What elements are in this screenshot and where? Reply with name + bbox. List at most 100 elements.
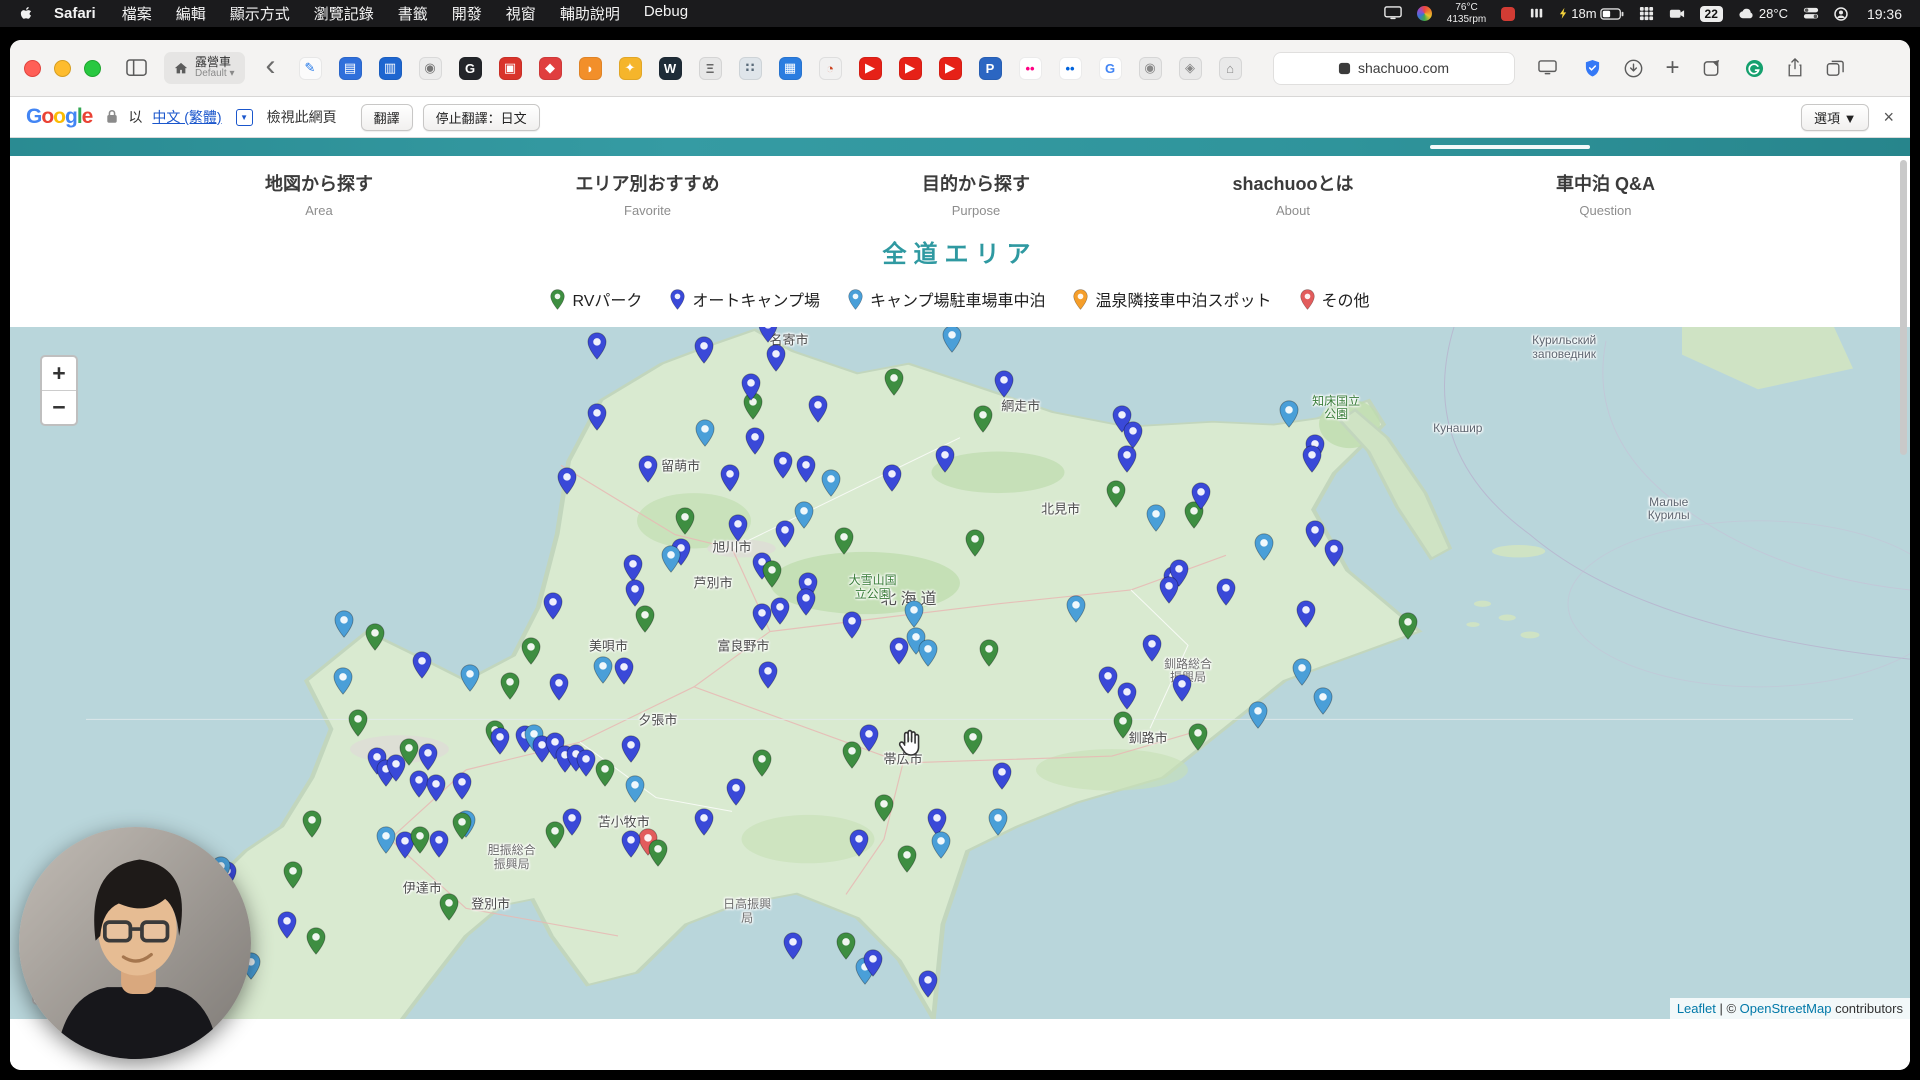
sidebar-toggle-icon[interactable] [126, 59, 147, 76]
map-marker[interactable] [333, 667, 353, 695]
downloads-icon[interactable] [1624, 59, 1643, 78]
map-marker[interactable] [965, 529, 985, 557]
map-marker[interactable] [796, 588, 816, 616]
battery-status[interactable]: 18m [1559, 6, 1623, 21]
menu-書籤[interactable]: 書籤 [398, 3, 428, 24]
close-translate-bar-icon[interactable]: × [1883, 107, 1894, 128]
map-marker[interactable] [773, 451, 793, 479]
extension-icon[interactable]: ⌂ [1219, 57, 1242, 80]
map-marker[interactable] [452, 772, 472, 800]
extension-icon[interactable]: W [659, 57, 682, 80]
grammarly-icon[interactable] [1745, 59, 1764, 78]
map-marker[interactable] [557, 467, 577, 495]
map-marker[interactable] [931, 831, 951, 859]
translate-button[interactable]: 翻譯 [361, 104, 413, 131]
map-marker[interactable] [728, 514, 748, 542]
map-marker[interactable] [410, 826, 430, 854]
map-marker[interactable] [621, 830, 641, 858]
map-marker[interactable] [726, 778, 746, 806]
map-marker[interactable] [1398, 612, 1418, 640]
map-marker[interactable] [808, 395, 828, 423]
zoom-out-button[interactable]: − [42, 391, 76, 424]
map-marker[interactable] [1254, 533, 1274, 561]
new-tab-icon[interactable]: + [1666, 54, 1680, 82]
map-marker[interactable] [758, 661, 778, 689]
map-marker[interactable] [625, 579, 645, 607]
extension-icon[interactable]: ◈ [1179, 57, 1202, 80]
toggles-icon[interactable] [1803, 7, 1819, 19]
menu-視窗[interactable]: 視窗 [506, 3, 536, 24]
weather-status[interactable]: 28°C [1738, 6, 1788, 21]
map-marker[interactable] [1305, 520, 1325, 548]
map-marker[interactable] [306, 927, 326, 955]
map-marker[interactable] [426, 774, 446, 802]
extension-icon[interactable]: ✦ [619, 57, 642, 80]
map-marker[interactable] [283, 861, 303, 889]
map-marker[interactable] [695, 419, 715, 447]
page-scrollbar[interactable] [1900, 160, 1907, 455]
map-marker[interactable] [1313, 687, 1333, 715]
map-marker[interactable] [794, 501, 814, 529]
map-marker[interactable] [842, 611, 862, 639]
minimize-window-button[interactable] [54, 60, 71, 77]
user-circle-icon[interactable] [1834, 7, 1848, 21]
profile-switcher[interactable]: 露營車 Default ▾ [164, 52, 245, 83]
extension-icon[interactable]: ▦ [779, 57, 802, 80]
map-marker[interactable] [1159, 576, 1179, 604]
map-marker[interactable] [418, 743, 438, 771]
extension-icon[interactable]: ▶ [899, 57, 922, 80]
extension-icon[interactable]: ▤ [339, 57, 362, 80]
map-marker[interactable] [587, 332, 607, 360]
map-marker[interactable] [661, 545, 681, 573]
map-marker[interactable] [752, 603, 772, 631]
map-marker[interactable] [1117, 682, 1137, 710]
menu-輔助說明[interactable]: 輔助說明 [560, 3, 620, 24]
tab-overview-icon[interactable] [1826, 59, 1845, 78]
map-marker[interactable] [429, 830, 449, 858]
menu-瀏覽記錄[interactable]: 瀏覽記錄 [314, 3, 374, 24]
map-marker[interactable] [918, 970, 938, 998]
map-marker[interactable] [988, 808, 1008, 836]
map-marker[interactable] [992, 762, 1012, 790]
nav-item-favorite[interactable]: エリア別おすすめFavorite [575, 170, 719, 218]
map-marker[interactable] [439, 893, 459, 921]
address-bar[interactable]: shachuoo.com [1273, 52, 1515, 85]
map-marker[interactable] [675, 507, 695, 535]
map-marker[interactable] [452, 812, 472, 840]
extension-icon[interactable]: ∷ [739, 57, 762, 80]
map-marker[interactable] [621, 735, 641, 763]
map-marker[interactable] [1302, 445, 1322, 473]
map-marker[interactable] [638, 455, 658, 483]
map-marker[interactable] [1172, 674, 1192, 702]
nav-item-area[interactable]: 地図から探すArea [265, 170, 373, 218]
menu-編輯[interactable]: 編輯 [176, 3, 206, 24]
map-marker[interactable] [635, 605, 655, 633]
map-marker[interactable] [884, 368, 904, 396]
map-marker[interactable] [500, 672, 520, 700]
map-marker[interactable] [562, 808, 582, 836]
nav-item-about[interactable]: shachuooとはAbout [1232, 170, 1353, 218]
map-marker[interactable] [365, 623, 385, 651]
extension-icon[interactable]: ◆ [539, 57, 562, 80]
apple-logo-icon[interactable] [18, 6, 34, 22]
color-app-icon[interactable] [1417, 6, 1432, 21]
map-marker[interactable] [625, 775, 645, 803]
map-marker[interactable] [1146, 504, 1166, 532]
map-marker[interactable] [1117, 445, 1137, 473]
map-marker[interactable] [302, 810, 322, 838]
extension-icon[interactable]: ◗ [579, 57, 602, 80]
extension-icon[interactable]: ◉ [419, 57, 442, 80]
leaflet-link[interactable]: Leaflet [1677, 1001, 1716, 1016]
map-marker[interactable] [994, 370, 1014, 398]
map-marker[interactable] [720, 464, 740, 492]
leaflet-map[interactable]: 北海道名寄市留萌市旭川市芦別市美唄市夕張市富良野市北見市網走市釧路市帯広市苫小牧… [10, 327, 1910, 1019]
extension-icon[interactable]: ✎ [299, 57, 322, 80]
map-marker[interactable] [904, 600, 924, 628]
map-marker[interactable] [1248, 701, 1268, 729]
stop-translate-button[interactable]: 停止翻譯：日文 [423, 104, 540, 131]
map-marker[interactable] [1292, 658, 1312, 686]
map-marker[interactable] [863, 949, 883, 977]
map-marker[interactable] [918, 639, 938, 667]
extension-icon[interactable]: ▶ [859, 57, 882, 80]
map-marker[interactable] [1113, 711, 1133, 739]
